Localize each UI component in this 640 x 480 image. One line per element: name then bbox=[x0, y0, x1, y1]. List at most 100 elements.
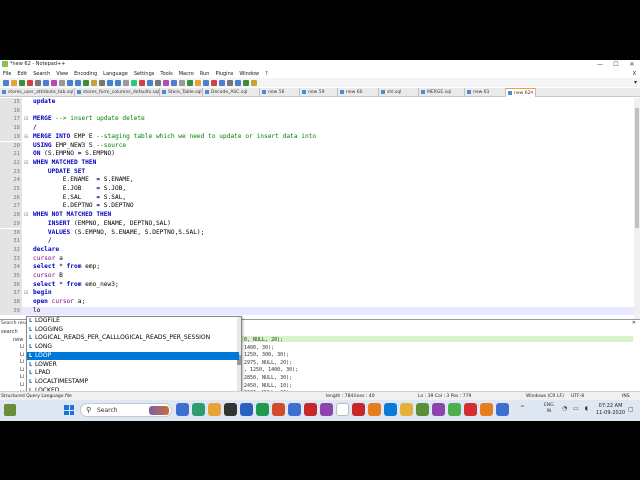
toolbar-button-icon[interactable] bbox=[91, 79, 97, 86]
autocomplete-item[interactable]: L LOOP bbox=[27, 351, 239, 361]
fold-toggle-icon[interactable]: ⊟ bbox=[24, 115, 30, 124]
close-window-button[interactable]: ✕ bbox=[624, 60, 640, 69]
toolbar-button-icon[interactable] bbox=[251, 79, 257, 86]
tab-document[interactable]: new 61 bbox=[465, 88, 506, 97]
menu-item-language[interactable]: Language bbox=[100, 70, 131, 78]
taskbar-app-icon[interactable] bbox=[432, 403, 445, 416]
toolbar-button-icon[interactable] bbox=[163, 79, 169, 86]
toolbar-button-icon[interactable] bbox=[83, 79, 89, 86]
taskbar-app-icon[interactable] bbox=[496, 403, 509, 416]
taskbar-app-icon[interactable] bbox=[224, 403, 237, 416]
taskbar-app-icon[interactable] bbox=[448, 403, 461, 416]
autocomplete-item[interactable]: L LOGICAL_READS_PER_CALLLOGICAL_READS_PER… bbox=[27, 334, 239, 343]
taskbar-app-icon[interactable] bbox=[208, 403, 221, 416]
taskbar-app-icon[interactable] bbox=[384, 403, 397, 416]
close-panel-icon[interactable]: ✕ bbox=[632, 320, 636, 326]
toolbar-button-icon[interactable] bbox=[67, 79, 73, 86]
taskbar-app-icon[interactable] bbox=[272, 403, 285, 416]
taskbar-app-icon[interactable] bbox=[320, 403, 333, 416]
taskbar-app-icon[interactable] bbox=[304, 403, 317, 416]
toolbar-button-icon[interactable] bbox=[171, 79, 177, 86]
autocomplete-list[interactable]: L LOGFILE L LOGGING L LOGICAL_READS_PER_CALLL… bbox=[26, 316, 242, 396]
toolbar-button-icon[interactable] bbox=[75, 79, 81, 86]
taskbar-app-icon[interactable] bbox=[400, 403, 413, 416]
toolbar-button-icon[interactable] bbox=[11, 79, 17, 86]
toolbar-button-icon[interactable] bbox=[27, 79, 33, 86]
tab-document[interactable]: new 62 ✕ bbox=[506, 88, 536, 97]
system-clock[interactable]: 07:22 AM 11-09-2020 bbox=[596, 403, 625, 417]
toolbar-button-icon[interactable] bbox=[35, 79, 41, 86]
taskbar-app-icon[interactable] bbox=[192, 403, 205, 416]
toolbar-button-icon[interactable] bbox=[147, 79, 153, 86]
fold-toggle-icon[interactable]: ⊟ bbox=[24, 211, 30, 220]
tab-close-icon[interactable]: ✕ bbox=[530, 89, 534, 97]
taskbar-app-icon[interactable] bbox=[368, 403, 381, 416]
toolbar-button-icon[interactable] bbox=[203, 79, 209, 86]
toolbar-button-icon[interactable] bbox=[179, 79, 185, 86]
autocomplete-item[interactable]: L LOGGING bbox=[27, 326, 239, 335]
menu-item-search[interactable]: Search bbox=[30, 70, 53, 78]
tab-document[interactable]: new 60 bbox=[338, 88, 379, 97]
menu-item-view[interactable]: View bbox=[53, 70, 71, 78]
title-bar[interactable]: *new 62 - Notepad++ — ☐ ✕ bbox=[0, 60, 640, 69]
taskbar-app-icon[interactable] bbox=[416, 403, 429, 416]
tab-document[interactable]: MERGE.sql bbox=[419, 88, 465, 97]
toolbar-button-icon[interactable] bbox=[211, 79, 217, 86]
tab-document[interactable]: new 56 bbox=[260, 88, 300, 97]
tab-document[interactable]: stores_user_attribute_tab.sql bbox=[0, 88, 75, 97]
autocomplete-item[interactable]: L LPAD bbox=[27, 369, 239, 378]
scrollbar-thumb[interactable] bbox=[635, 108, 639, 228]
toolbar-button-icon[interactable] bbox=[219, 79, 225, 86]
weather-widget-icon[interactable] bbox=[4, 404, 16, 416]
code-editor[interactable]: 15 update 16 17 ⊟ MERGE --> insert update del… bbox=[0, 98, 634, 319]
toolbar-button-icon[interactable] bbox=[131, 79, 137, 86]
menu-item-encoding[interactable]: Encoding bbox=[71, 70, 100, 78]
menu-item-file[interactable]: File bbox=[0, 70, 14, 78]
autocomplete-item[interactable]: L LOWER bbox=[27, 361, 239, 370]
editor-vertical-scrollbar[interactable] bbox=[634, 98, 640, 319]
tab-document[interactable]: stores_form_columns_defaults.sql bbox=[75, 88, 160, 97]
toolbar-button-icon[interactable] bbox=[115, 79, 121, 86]
maximize-button[interactable]: ☐ bbox=[608, 60, 624, 69]
menu-item-help[interactable]: ? bbox=[262, 70, 271, 78]
taskbar-search-box[interactable]: ⚲ Search bbox=[80, 403, 172, 417]
input-language-indicator[interactable]: ENG IN bbox=[544, 403, 554, 415]
tab-document[interactable]: Store_Table.sql bbox=[160, 88, 203, 97]
tab-document[interactable]: Decode_ASC.sql bbox=[203, 88, 260, 97]
menu-item-window[interactable]: Window bbox=[236, 70, 262, 78]
toolbar-button-icon[interactable] bbox=[235, 79, 241, 86]
search-result-row[interactable]: 0, NULL, 20); bbox=[244, 337, 283, 343]
search-result-row[interactable]: 1400, 30); bbox=[244, 345, 274, 351]
tray-status-icons[interactable]: ◔ ▭ ◖ bbox=[562, 405, 590, 412]
toolbar-button-icon[interactable] bbox=[107, 79, 113, 86]
taskbar-app-icon[interactable] bbox=[288, 403, 301, 416]
taskbar-app-icon[interactable] bbox=[256, 403, 269, 416]
taskbar-app-icon[interactable] bbox=[176, 403, 189, 416]
toolbar-button-icon[interactable] bbox=[43, 79, 49, 86]
toolbar-button-icon[interactable] bbox=[187, 79, 193, 86]
search-result-row[interactable]: , 1250, 1400, 30); bbox=[244, 367, 298, 373]
search-result-row[interactable]: 2975, NULL, 20); bbox=[244, 360, 292, 366]
tab-document[interactable]: new 59 bbox=[300, 88, 338, 97]
menu-item-run[interactable]: Run bbox=[197, 70, 213, 78]
toolbar-button-icon[interactable] bbox=[19, 79, 25, 86]
taskbar-app-icon[interactable] bbox=[240, 403, 253, 416]
menu-item-plugins[interactable]: Plugins bbox=[212, 70, 236, 78]
toolbar-button-icon[interactable] bbox=[155, 79, 161, 86]
toolbar-button-icon[interactable] bbox=[195, 79, 201, 86]
fold-toggle-icon[interactable]: ⊟ bbox=[24, 133, 30, 142]
toolbar-button-icon[interactable] bbox=[227, 79, 233, 86]
search-result-row[interactable]: 2850, NULL, 30); bbox=[244, 375, 292, 381]
toolbar-button-icon[interactable] bbox=[51, 79, 57, 86]
taskbar-app-icon[interactable] bbox=[336, 403, 349, 416]
search-result-row[interactable]: 2450, NULL, 10); bbox=[244, 383, 292, 389]
toolbar-button-icon[interactable] bbox=[59, 79, 65, 86]
menu-item-settings[interactable]: Settings bbox=[131, 70, 158, 78]
autocomplete-item[interactable]: L LOGFILE bbox=[27, 317, 239, 326]
toolbar-button-icon[interactable] bbox=[3, 79, 9, 86]
autocomplete-item[interactable]: L LONG bbox=[27, 343, 239, 352]
autocomplete-item[interactable]: L LOCALTIMESTAMP bbox=[27, 378, 239, 387]
taskbar-app-icon[interactable] bbox=[480, 403, 493, 416]
menu-item-tools[interactable]: Tools bbox=[157, 70, 175, 78]
toolbar-button-icon[interactable] bbox=[123, 79, 129, 86]
